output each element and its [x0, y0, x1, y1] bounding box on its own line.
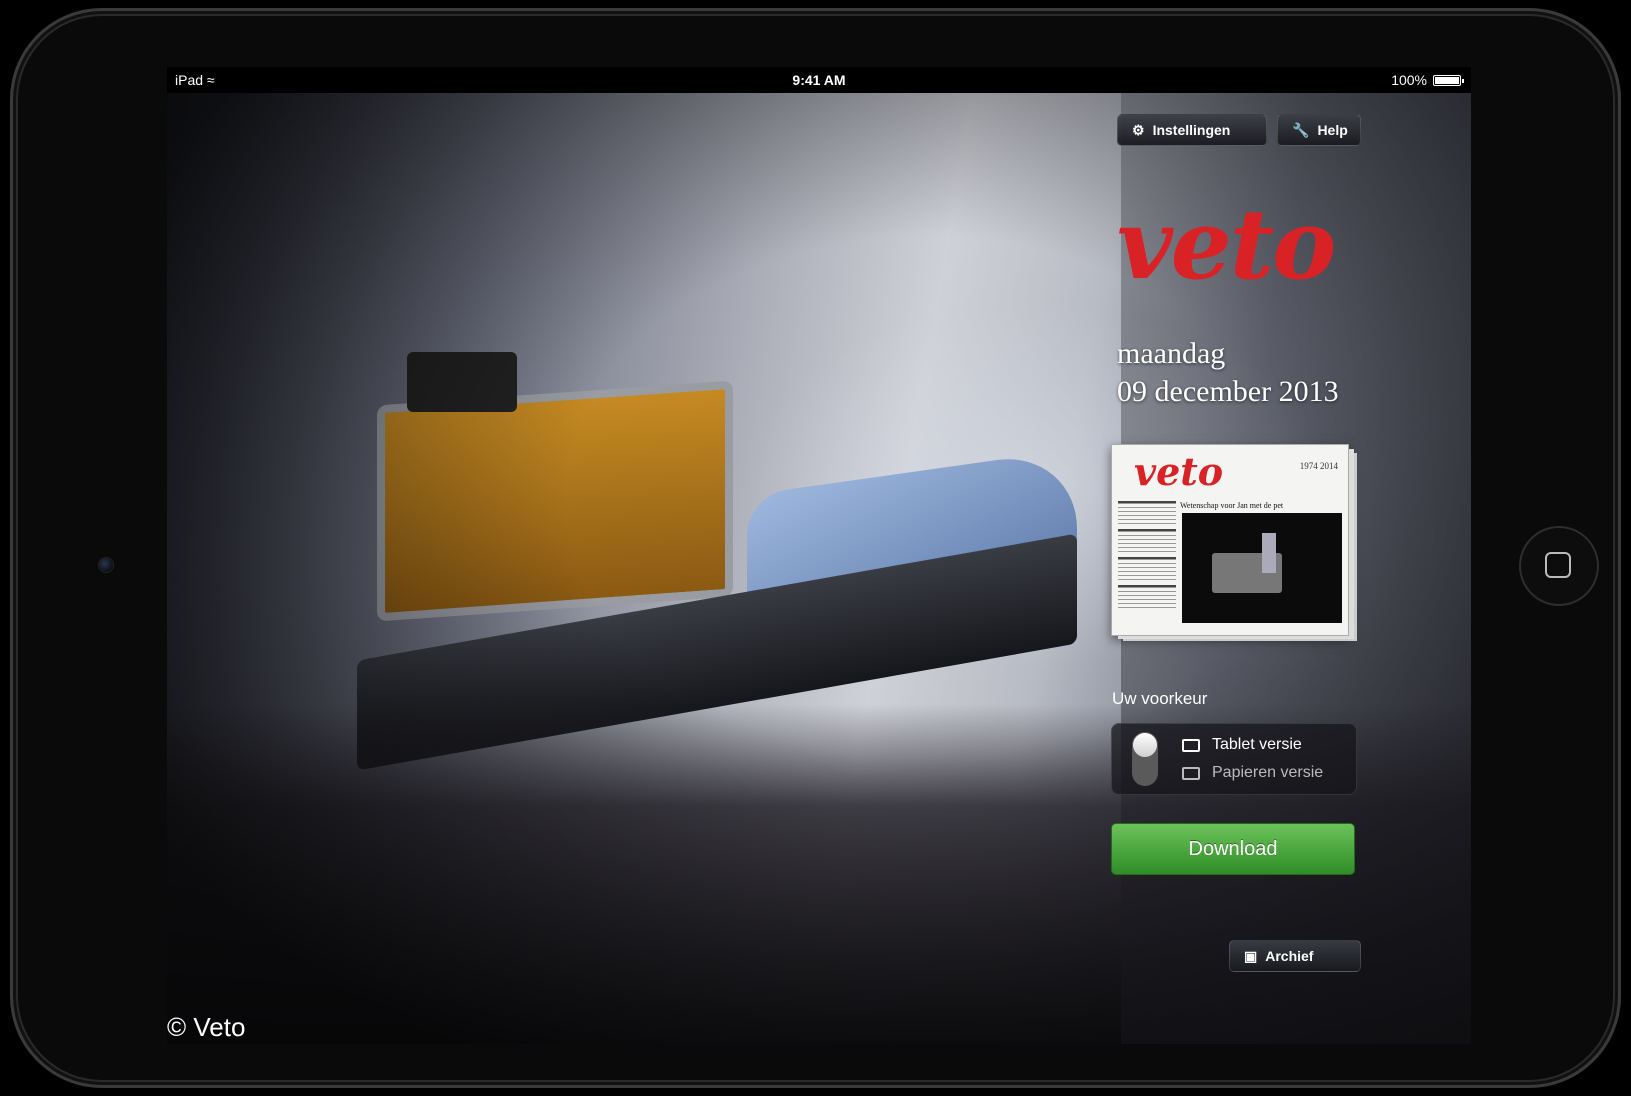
preference-selector: Tablet versie Papieren versie: [1111, 723, 1357, 795]
preference-label: Uw voorkeur: [1112, 689, 1208, 708]
issue-date: 09 december 2013: [1117, 375, 1339, 408]
cover-headline: Wetenschap voor Jan met de pet: [1180, 501, 1284, 510]
option-tablet[interactable]: Tablet versie: [1182, 736, 1302, 754]
settings-label: Instellingen: [1152, 122, 1231, 138]
download-button[interactable]: Download: [1111, 823, 1355, 875]
copyright-text: © Veto: [167, 1012, 246, 1042]
cover-sidebar: [1118, 501, 1176, 627]
help-button[interactable]: 🔧 Help: [1277, 114, 1361, 146]
front-camera: [98, 557, 114, 573]
tablet-icon: [1182, 738, 1200, 752]
paper-icon: [1182, 766, 1200, 780]
cover-years: 1974 2014: [1299, 461, 1338, 471]
settings-button[interactable]: ⚙ Instellingen: [1117, 114, 1267, 146]
home-square-icon: [1545, 552, 1571, 578]
archive-label: Archief: [1265, 948, 1314, 964]
veto-logo: veto: [1117, 188, 1336, 301]
battery-status: 100%: [1391, 67, 1464, 93]
option-paper[interactable]: Papieren versie: [1182, 764, 1323, 782]
cover-photo: [1182, 513, 1342, 623]
status-bar: iPad ≈ 9:41 AM 100%: [167, 67, 1471, 93]
status-time: 9:41 AM: [792, 72, 846, 88]
battery-icon: [1433, 74, 1464, 86]
wrench-icon: 🔧: [1292, 121, 1310, 138]
issue-cover[interactable]: veto 1974 2014 Wetenschap voor Jan met d…: [1111, 444, 1349, 636]
cover-logo: veto: [1134, 449, 1224, 494]
box-icon: ▣: [1244, 947, 1258, 964]
gear-icon: ⚙: [1132, 121, 1145, 138]
help-label: Help: [1317, 122, 1348, 138]
option-paper-label: Papieren versie: [1212, 764, 1324, 781]
toggle-knob[interactable]: [1133, 733, 1157, 757]
archive-button[interactable]: ▣ Archief: [1229, 940, 1361, 972]
option-tablet-label: Tablet versie: [1212, 736, 1302, 753]
version-toggle[interactable]: [1132, 732, 1158, 786]
app-screen: iPad ≈ 9:41 AM 100% ⚙ Instellingen 🔧 Hel…: [167, 67, 1471, 1044]
home-button[interactable]: [1519, 526, 1599, 606]
issue-day: maandag: [1117, 337, 1226, 370]
battery-percent: 100%: [1391, 72, 1427, 88]
